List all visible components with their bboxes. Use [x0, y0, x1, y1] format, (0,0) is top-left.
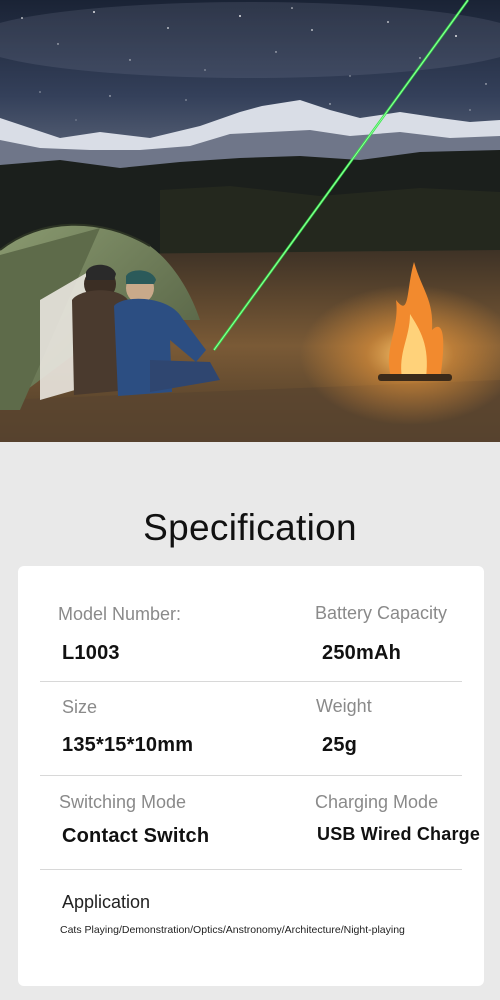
spec-value-weight: 25g: [322, 734, 358, 756]
spec-value-switching-mode: Contact Switch: [62, 825, 210, 847]
spec-value-size: 135*15*10mm: [62, 734, 194, 756]
hero-image: [0, 0, 500, 442]
spec-label-model-number: Model Number:: [58, 604, 182, 624]
spec-label-switching-mode: Switching Mode: [59, 792, 187, 812]
spec-label-weight: Weight: [316, 696, 372, 716]
spec-label-size: Size: [62, 697, 98, 717]
spec-value-battery-capacity: 250mAh: [322, 642, 402, 664]
spec-card: Model Number: L1003 Battery Capacity 250…: [18, 566, 484, 986]
spec-value-charging-mode: USB Wired Charge: [317, 824, 481, 844]
divider: [40, 681, 462, 682]
spec-label-charging-mode: Charging Mode: [315, 792, 439, 812]
divider: [40, 775, 462, 776]
spec-label-battery-capacity: Battery Capacity: [315, 603, 448, 623]
application-value: Cats Playing/Demonstration/Optics/Anstro…: [60, 924, 405, 936]
divider: [40, 869, 462, 870]
spec-value-model-number: L1003: [62, 642, 120, 664]
application-label: Application: [62, 892, 151, 912]
section-title: Specification: [143, 507, 357, 548]
